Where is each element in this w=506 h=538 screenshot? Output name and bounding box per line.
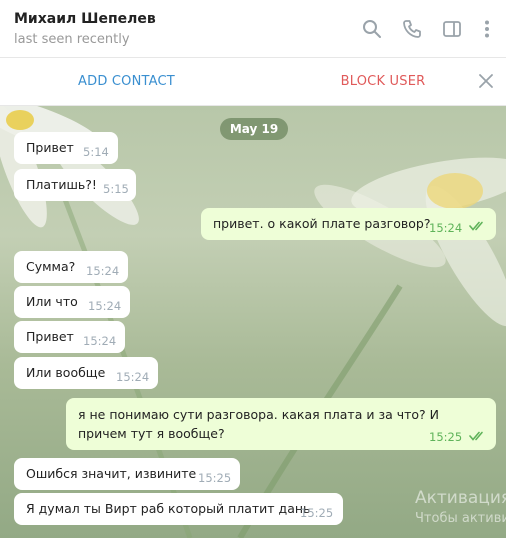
message-bubble-incoming[interactable]: Платишь?! 5:15 xyxy=(14,169,136,201)
contact-name[interactable]: Михаил Шепелев xyxy=(14,11,156,27)
message-bubble-incoming[interactable]: Ошибся значит, извините 15:25 xyxy=(14,458,240,490)
message-bubble-incoming[interactable]: Сумма? 15:24 xyxy=(14,251,128,283)
date-separator: May 19 xyxy=(220,118,288,140)
message-time: 15:24 xyxy=(116,370,150,384)
message-text: привет. о какой плате разговор? xyxy=(213,216,431,231)
search-icon[interactable] xyxy=(361,18,383,40)
phone-icon[interactable] xyxy=(401,18,423,40)
watermark-subtitle: Чтобы активи xyxy=(415,511,506,526)
message-time: 15:24 xyxy=(429,221,463,235)
message-bubble-outgoing[interactable]: привет. о какой плате разговор? 15:24 xyxy=(201,208,496,240)
message-time: 5:15 xyxy=(103,182,129,196)
add-contact-button[interactable]: ADD CONTACT xyxy=(0,74,253,89)
chat-area[interactable]: May 19 Привет 5:14 Платишь?! 5:15 привет… xyxy=(0,106,506,538)
message-bubble-incoming[interactable]: Привет 15:24 xyxy=(14,321,125,353)
double-check-icon xyxy=(469,221,483,231)
message-bubble-incoming[interactable]: Или что 15:24 xyxy=(14,286,130,318)
chat-header: Михаил Шепелев last seen recently xyxy=(0,0,506,58)
block-user-button[interactable]: BLOCK USER xyxy=(253,74,506,89)
activation-watermark: Активация Чтобы активи xyxy=(415,488,506,526)
message-text: я не понимаю сути разговора. какая плата… xyxy=(78,407,439,441)
sidebar-icon[interactable] xyxy=(441,18,463,40)
message-bubble-outgoing[interactable]: я не понимаю сути разговора. какая плата… xyxy=(66,398,496,450)
message-text: Сумма? xyxy=(26,259,76,274)
message-text: Ошибся значит, извините xyxy=(26,466,197,481)
message-text: Или что xyxy=(26,294,78,309)
message-text: Или вообще xyxy=(26,365,106,380)
contact-action-bar: ADD CONTACT BLOCK USER xyxy=(0,58,506,106)
message-time: 15:25 xyxy=(300,506,334,520)
more-icon[interactable] xyxy=(476,18,498,40)
message-time: 15:24 xyxy=(83,334,117,348)
message-bubble-incoming[interactable]: Или вообще 15:24 xyxy=(14,357,158,389)
message-time: 15:24 xyxy=(86,264,120,278)
message-text: Привет xyxy=(26,329,74,344)
double-check-icon xyxy=(469,431,483,441)
message-text: Привет xyxy=(26,140,74,155)
watermark-title: Активация xyxy=(415,488,506,508)
message-bubble-incoming[interactable]: Привет 5:14 xyxy=(14,132,118,164)
contact-status: last seen recently xyxy=(14,32,130,47)
message-bubble-incoming[interactable]: Я думал ты Вирт раб который платит дань … xyxy=(14,493,343,525)
message-time: 15:24 xyxy=(88,299,122,313)
message-time: 15:25 xyxy=(198,471,232,485)
message-text: Я думал ты Вирт раб который платит дань xyxy=(26,501,311,516)
message-text: Платишь?! xyxy=(26,177,97,192)
message-time: 15:25 xyxy=(429,430,463,444)
message-time: 5:14 xyxy=(83,145,109,159)
close-icon[interactable] xyxy=(476,71,496,91)
